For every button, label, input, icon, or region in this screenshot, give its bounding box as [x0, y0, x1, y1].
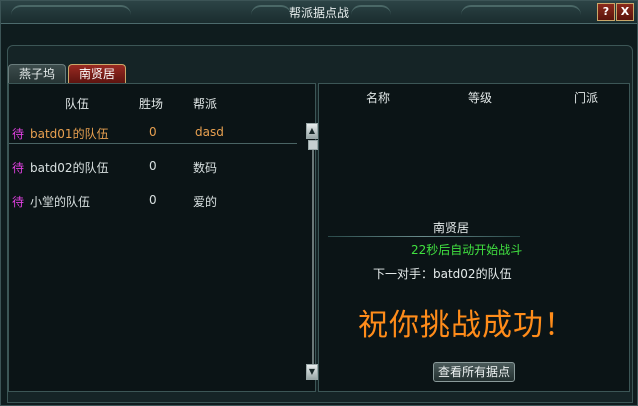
- next-opponent-text: 下一对手：batd02的队伍: [373, 267, 512, 281]
- column-header-guild: 帮派: [193, 97, 218, 111]
- scroll-down-button[interactable]: ▼: [306, 364, 318, 380]
- team-name: batd01的队伍: [30, 127, 109, 141]
- close-button[interactable]: X: [616, 3, 634, 21]
- view-all-strongholds-button[interactable]: 查看所有据点: [433, 362, 515, 382]
- window-title: 帮派据点战: [288, 6, 349, 20]
- team-name: 小堂的队伍: [30, 195, 91, 209]
- team-guild: 爱的: [193, 195, 218, 209]
- tab-yanziwu[interactable]: 燕子坞: [8, 64, 67, 83]
- info-panel: 名称 等级 门派: [318, 83, 630, 392]
- team-guild: 数码: [193, 161, 218, 175]
- help-icon: ?: [602, 5, 610, 18]
- status-label: 待: [12, 195, 25, 209]
- tab-nanxianju[interactable]: 南贤居: [68, 64, 127, 83]
- congrats-message: 祝你挑战成功！: [358, 308, 575, 343]
- close-icon: X: [620, 5, 630, 18]
- scrollbar-track[interactable]: [312, 141, 314, 371]
- location-name: 南贤居: [433, 221, 470, 235]
- countdown-text: 22秒后自动开始战斗: [411, 243, 523, 257]
- help-button[interactable]: ?: [597, 3, 615, 21]
- status-label: 待: [12, 127, 25, 141]
- title-bar[interactable]: 帮派据点战 ? X: [1, 1, 637, 24]
- team-guild: dasd: [195, 125, 224, 139]
- scroll-up-button[interactable]: ▲: [306, 123, 318, 139]
- column-header-name: 名称: [366, 91, 391, 105]
- column-header-wins: 胜场: [139, 97, 164, 111]
- team-wins: 0: [149, 159, 157, 173]
- team-wins: 0: [149, 193, 157, 207]
- team-wins: 0: [149, 125, 157, 139]
- arrow-up-icon: ▲: [308, 126, 316, 135]
- column-header-team: 队伍: [65, 97, 90, 111]
- status-label: 待: [12, 161, 25, 175]
- arrow-down-icon: ▼: [308, 367, 316, 376]
- divider: [328, 236, 520, 237]
- column-header-sect: 门派: [574, 91, 599, 105]
- team-row[interactable]: 待 小堂的队伍 0 爱的: [9, 189, 297, 211]
- column-header-level: 等级: [468, 91, 493, 105]
- team-row[interactable]: 待 batd02的队伍 0 数码: [9, 155, 297, 177]
- team-row[interactable]: 待 batd01的队伍 0 dasd: [9, 121, 297, 144]
- team-list-panel: 队伍 胜场 帮派 待 batd01的队伍 0 dasd 待 batd02的队伍 …: [8, 83, 318, 392]
- scrollbar-thumb[interactable]: [308, 140, 318, 150]
- team-name: batd02的队伍: [30, 161, 109, 175]
